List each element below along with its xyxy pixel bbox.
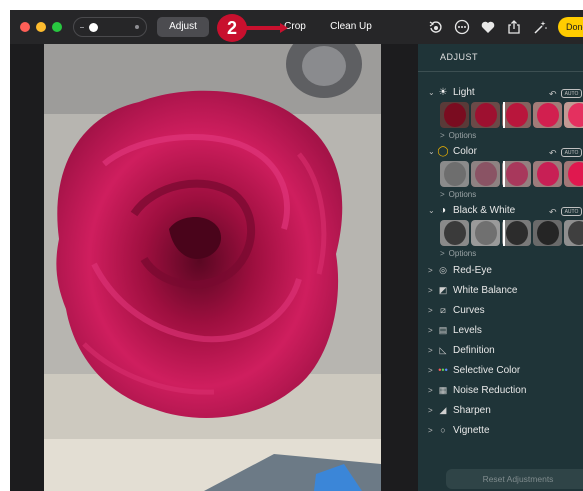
noise-icon: ▦ xyxy=(438,385,448,395)
more-icon[interactable] xyxy=(454,19,470,35)
zoom-slider-knob[interactable] xyxy=(89,23,98,32)
section-label: Light xyxy=(453,87,475,98)
color-thumbnail[interactable] xyxy=(440,161,469,187)
adjust-panel: ADJUST ⌄ ☀ Light ↶ AUTO > Options ⌄ ◯ Color ↶… xyxy=(418,44,583,491)
light-thumbnail[interactable] xyxy=(533,102,562,128)
panel-header: ADJUST xyxy=(440,52,479,62)
clean-up-tab[interactable]: Clean Up xyxy=(323,17,379,37)
light-thumbnail[interactable] xyxy=(440,102,469,128)
magic-wand-icon[interactable] xyxy=(532,19,548,35)
eye-icon: ◎ xyxy=(439,265,447,275)
bw-thumbnail[interactable] xyxy=(564,220,583,246)
row-selective-color[interactable]: > ••• Selective Color xyxy=(428,362,520,378)
auto-button[interactable]: AUTO xyxy=(561,148,582,157)
light-thumbnail[interactable] xyxy=(471,102,500,128)
chevron-down-icon: ⌄ xyxy=(428,206,435,215)
section-label: Black & White xyxy=(453,205,516,216)
light-thumbnail[interactable] xyxy=(564,102,583,128)
row-noise-reduction[interactable]: > ▦ Noise Reduction xyxy=(428,382,526,398)
bw-thumbnail[interactable] xyxy=(440,220,469,246)
done-button[interactable]: Done xyxy=(558,17,583,37)
bw-thumbnail[interactable] xyxy=(471,220,500,246)
toolbar: Adjust Crop Clean Up 2 Done xyxy=(10,10,583,44)
auto-button[interactable]: AUTO xyxy=(561,207,582,216)
color-thumbnail[interactable] xyxy=(471,161,500,187)
vignette-icon: ○ xyxy=(440,425,446,435)
step-callout-badge: 2 xyxy=(217,14,247,42)
color-thumbnail[interactable] xyxy=(533,161,562,187)
row-sharpen[interactable]: > ◢ Sharpen xyxy=(428,402,491,418)
zoom-window-button[interactable] xyxy=(52,22,62,32)
share-icon[interactable] xyxy=(506,19,522,35)
auto-button[interactable]: AUTO xyxy=(561,89,582,98)
section-color-header[interactable]: ⌄ ◯ Color xyxy=(428,145,477,159)
chevron-down-icon: ⌄ xyxy=(428,147,435,156)
undo-icon[interactable]: ↶ xyxy=(549,89,557,100)
zoom-slider[interactable] xyxy=(73,17,147,37)
rotate-icon[interactable] xyxy=(428,19,444,35)
adjust-tab[interactable]: Adjust xyxy=(157,17,209,37)
strip-slider-handle[interactable] xyxy=(503,220,505,246)
zoom-out-icon xyxy=(80,27,84,28)
section-light-header[interactable]: ⌄ ☀ Light xyxy=(428,86,475,100)
section-black-white-header[interactable]: ⌄ ◑ Black & White xyxy=(428,204,515,218)
bw-thumbnail[interactable] xyxy=(502,220,531,246)
black-white-thumbnail-strip[interactable] xyxy=(440,220,583,246)
black-white-options-toggle[interactable]: > Options xyxy=(440,249,476,258)
strip-slider-handle[interactable] xyxy=(503,161,505,187)
color-circle-icon: ◯ xyxy=(437,146,449,157)
section-label: Color xyxy=(453,146,477,157)
photo-canvas[interactable] xyxy=(44,44,381,491)
photos-edit-window: Adjust Crop Clean Up 2 Done xyxy=(10,10,583,491)
selective-color-icon: ••• xyxy=(438,365,448,375)
minimize-window-button[interactable] xyxy=(36,22,46,32)
row-vignette[interactable]: > ○ Vignette xyxy=(428,422,490,438)
zoom-in-icon xyxy=(135,25,139,29)
undo-icon[interactable]: ↶ xyxy=(549,148,557,159)
row-red-eye[interactable]: > ◎ Red-Eye xyxy=(428,262,492,278)
color-options-toggle[interactable]: > Options xyxy=(440,190,476,199)
triangle-icon: ◺ xyxy=(439,345,447,355)
panel-divider xyxy=(418,71,583,72)
callout-arrow-icon xyxy=(244,23,288,33)
bw-thumbnail[interactable] xyxy=(533,220,562,246)
row-curves[interactable]: > ⧄ Curves xyxy=(428,302,485,318)
color-thumbnail-strip[interactable] xyxy=(440,161,583,187)
curves-icon: ⧄ xyxy=(440,305,446,315)
half-circle-icon: ◑ xyxy=(439,205,447,216)
color-thumbnail[interactable] xyxy=(502,161,531,187)
row-white-balance[interactable]: > ◩ White Balance xyxy=(428,282,517,298)
sun-icon: ☀ xyxy=(438,87,448,98)
favorite-heart-icon[interactable] xyxy=(480,19,496,35)
rose-photo xyxy=(44,44,381,491)
reset-adjustments-button[interactable]: Reset Adjustments xyxy=(446,469,583,489)
color-thumbnail[interactable] xyxy=(564,161,583,187)
white-balance-icon: ◩ xyxy=(438,285,448,295)
light-thumbnail[interactable] xyxy=(502,102,531,128)
row-definition[interactable]: > ◺ Definition xyxy=(428,342,495,358)
light-options-toggle[interactable]: > Options xyxy=(440,131,476,140)
strip-slider-handle[interactable] xyxy=(503,102,505,128)
close-window-button[interactable] xyxy=(20,22,30,32)
chevron-down-icon: ⌄ xyxy=(428,88,435,97)
sharpen-icon: ◢ xyxy=(439,405,447,415)
light-thumbnail-strip[interactable] xyxy=(440,102,583,128)
row-levels[interactable]: > ▤ Levels xyxy=(428,322,482,338)
levels-icon: ▤ xyxy=(438,325,448,335)
undo-icon[interactable]: ↶ xyxy=(549,207,557,218)
